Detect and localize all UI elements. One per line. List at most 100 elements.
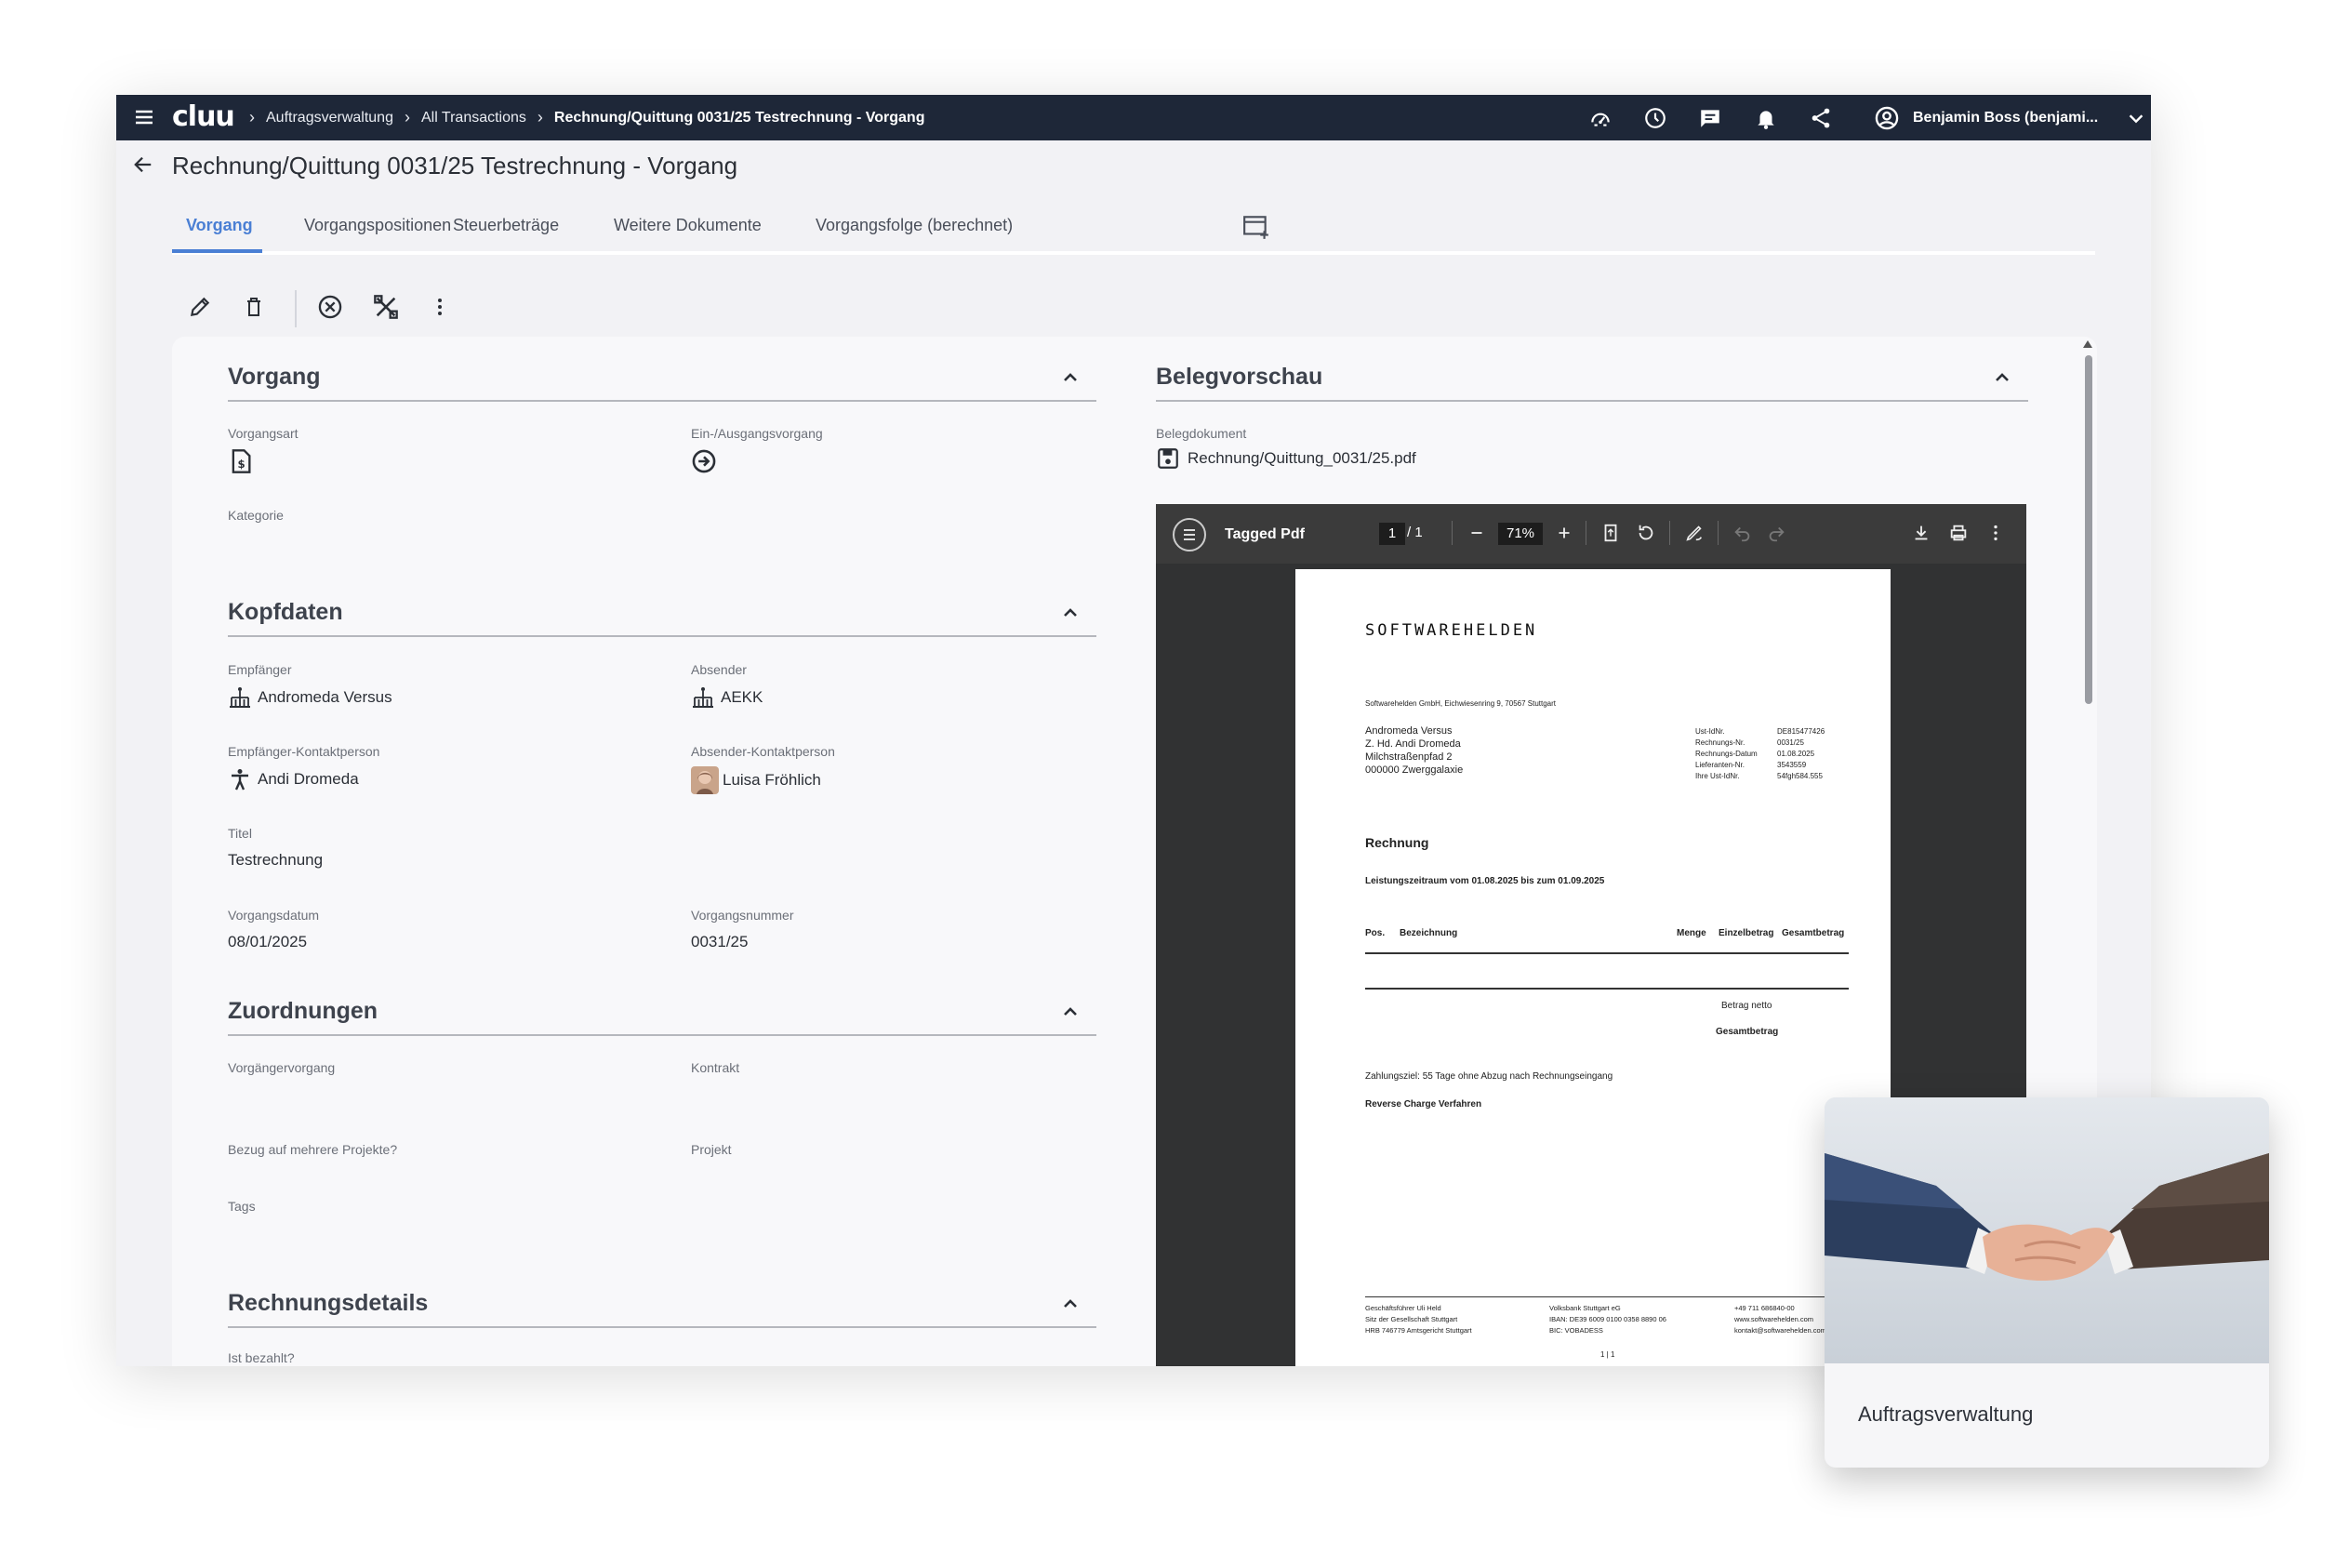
section-kopfdaten-header[interactable]: Kopfdaten xyxy=(228,591,1096,637)
absender-kontakt-value[interactable]: Luisa Fröhlich xyxy=(691,766,821,794)
beleg-document-link[interactable]: Rechnung/Quittung_0031/25.pdf xyxy=(1156,446,1416,471)
speedometer-icon[interactable] xyxy=(1588,106,1613,130)
tools-button[interactable] xyxy=(369,290,403,324)
fit-page-icon[interactable] xyxy=(1600,523,1621,543)
pdf-divider xyxy=(1718,521,1719,545)
menu-icon xyxy=(1184,529,1195,540)
share-icon[interactable] xyxy=(1809,106,1833,130)
undo-icon[interactable] xyxy=(1732,523,1753,543)
section-rechnungsdetails-header[interactable]: Rechnungsdetails xyxy=(228,1282,1096,1328)
absender-value[interactable]: AEKK xyxy=(691,686,763,709)
pdf-zoom-input[interactable]: 71% xyxy=(1498,523,1543,545)
user-menu[interactable]: Benjamin Boss (benjami... xyxy=(1874,95,2146,140)
delete-button[interactable] xyxy=(237,290,271,324)
invoice-meta-label: Lieferanten-Nr. xyxy=(1695,761,1745,769)
download-icon[interactable] xyxy=(1911,523,1931,543)
scrollbar-thumb[interactable] xyxy=(2085,355,2092,704)
invoice-payment-terms: Zahlungsziel: 55 Tage ohne Abzug nach Re… xyxy=(1365,1071,1613,1082)
zoom-out-icon[interactable] xyxy=(1467,523,1487,543)
field-label: Vorgangsdatum xyxy=(228,908,320,923)
invoice-meta-value: 01.08.2025 xyxy=(1777,750,1815,758)
scroll-up-arrow[interactable] xyxy=(2083,340,2092,348)
invoice-net-label: Betrag netto xyxy=(1721,1001,1772,1011)
invoice-column-header: Pos. xyxy=(1365,928,1386,938)
pdf-page-input[interactable]: 1 xyxy=(1379,523,1405,545)
invoice-address-line: 000000 Zwerggalaxie xyxy=(1365,764,1464,776)
invoice-period: Leistungszeitraum vom 01.08.2025 bis zum… xyxy=(1365,876,1605,886)
print-icon[interactable] xyxy=(1948,523,1969,543)
svg-text:$: $ xyxy=(238,458,246,471)
pdf-divider xyxy=(1669,521,1670,545)
field-label: Kontrakt xyxy=(691,1060,740,1075)
chevron-right-icon: › xyxy=(404,108,410,126)
invoice-footer-text: IBAN: DE39 6009 0100 0358 8890 06 xyxy=(1549,1315,1666,1323)
invoice-column-header: Gesamtbetrag xyxy=(1782,928,1845,938)
more-vert-icon[interactable] xyxy=(1985,523,2006,543)
bell-icon[interactable] xyxy=(1754,106,1778,130)
cancel-button[interactable] xyxy=(313,290,347,324)
toolbar-divider xyxy=(295,290,297,327)
user-name: Benjamin Boss (benjami... xyxy=(1913,109,2099,126)
field-label: Belegdokument xyxy=(1156,426,1247,441)
add-tab-icon[interactable] xyxy=(1242,214,1270,240)
chevron-right-icon: › xyxy=(537,108,543,126)
empfaenger-name: Andromeda Versus xyxy=(258,688,392,706)
section-zuordnungen-header[interactable]: Zuordnungen xyxy=(228,990,1096,1036)
chevron-down-icon[interactable] xyxy=(2126,108,2146,128)
invoice-column-header: Menge xyxy=(1677,928,1706,938)
chat-icon[interactable] xyxy=(1698,106,1722,130)
app-logo[interactable]: cluu xyxy=(172,100,235,133)
edit-button[interactable] xyxy=(183,290,217,324)
invoice-footer-text: kontakt@softwarehelden.com xyxy=(1734,1326,1826,1335)
empfaenger-value[interactable]: Andromeda Versus xyxy=(228,686,392,709)
account-circle-icon xyxy=(1875,106,1899,129)
tab-vorgangsfolge[interactable]: Vorgangsfolge (berechnet) xyxy=(816,216,1013,235)
tab-vorgangspositionen[interactable]: Vorgangspositionen xyxy=(304,216,451,235)
section-title: Zuordnungen xyxy=(228,998,378,1024)
chevron-right-icon: › xyxy=(249,108,255,126)
invoice-sender-line: Softwarehelden GmbH, Eichwiesenring 9, 7… xyxy=(1365,699,1557,708)
annotate-icon[interactable] xyxy=(1684,523,1705,543)
menu-icon[interactable] xyxy=(132,106,156,128)
handshake-image xyxy=(1825,1097,2269,1363)
invoice-meta-label: Ust-IdNr. xyxy=(1695,727,1725,736)
more-options-button[interactable] xyxy=(423,290,457,324)
pdf-document-name: Tagged Pdf xyxy=(1225,526,1305,542)
absender-kontakt-name: Luisa Fröhlich xyxy=(723,771,821,789)
tab-steuerbetraege[interactable]: Steuerbeträge xyxy=(453,216,559,235)
invoice-brand-logo: SOFTWAREHELDEN xyxy=(1365,621,1538,640)
section-belegvorschau-header[interactable]: Belegvorschau xyxy=(1156,355,2028,402)
invoice-address-line: Milchstraßenpfad 2 xyxy=(1365,751,1453,763)
section-vorgang-header[interactable]: Vorgang xyxy=(228,355,1096,402)
field-label: Bezug auf mehrere Projekte? xyxy=(228,1142,398,1157)
zoom-in-icon[interactable] xyxy=(1554,523,1574,543)
breadcrumb-item-auftragsverwaltung[interactable]: Auftragsverwaltung xyxy=(266,110,393,126)
chevron-up-icon[interactable] xyxy=(1059,602,1082,624)
invoice-meta-label: Ihre Ust-IdNr. xyxy=(1695,772,1740,780)
chevron-up-icon[interactable] xyxy=(1059,1293,1082,1315)
empfaenger-kontakt-value[interactable]: Andi Dromeda xyxy=(228,768,359,791)
document-filename: Rechnung/Quittung_0031/25.pdf xyxy=(1188,449,1416,467)
cancel-icon xyxy=(318,295,342,319)
pdf-menu-button[interactable] xyxy=(1173,518,1206,551)
chevron-up-icon[interactable] xyxy=(1059,366,1082,389)
invoice-column-header: Bezeichnung xyxy=(1400,928,1458,938)
rotate-icon[interactable] xyxy=(1636,523,1656,543)
invoice-meta-label: Rechnungs-Nr. xyxy=(1695,738,1745,747)
tab-weitere-dokumente[interactable]: Weitere Dokumente xyxy=(614,216,762,235)
chevron-up-icon[interactable] xyxy=(1059,1001,1082,1023)
field-label: Ein-/Ausgangsvorgang xyxy=(691,426,823,441)
chevron-up-icon[interactable] xyxy=(1991,366,2013,389)
module-card[interactable]: Auftragsverwaltung xyxy=(1825,1097,2269,1468)
absender-name: AEKK xyxy=(721,688,763,706)
clock-icon[interactable] xyxy=(1643,106,1667,130)
redo-icon[interactable] xyxy=(1766,523,1786,543)
invoice-document-icon: $ xyxy=(232,449,251,473)
breadcrumb-item-all-transactions[interactable]: All Transactions xyxy=(421,110,526,126)
field-label: Kategorie xyxy=(228,508,284,523)
field-label: Ist bezahlt? xyxy=(228,1350,295,1365)
tab-vorgang[interactable]: Vorgang xyxy=(186,216,253,235)
arrow-left-icon[interactable] xyxy=(133,154,153,175)
invoice-footer-text: +49 711 686840-00 xyxy=(1734,1304,1795,1312)
field-label: Empfänger-Kontaktperson xyxy=(228,744,380,759)
